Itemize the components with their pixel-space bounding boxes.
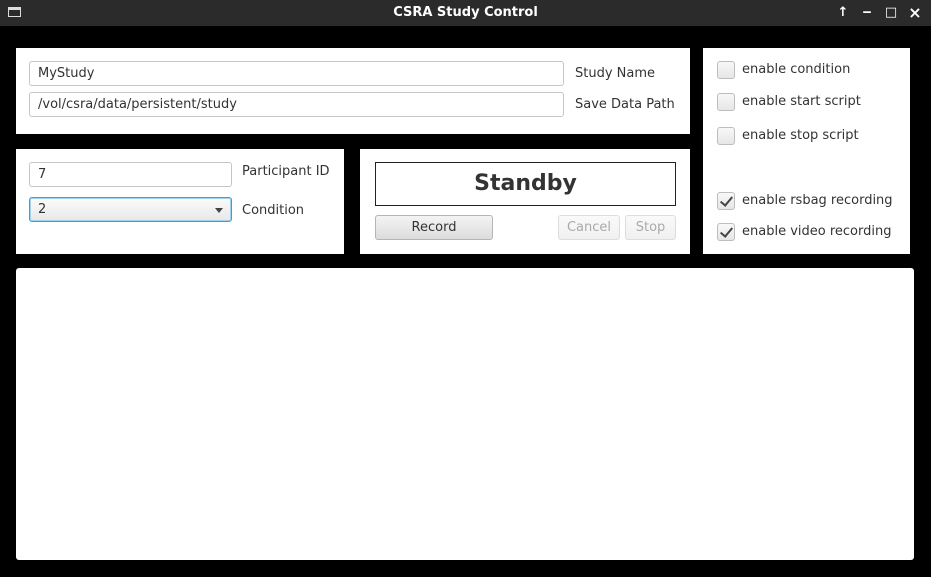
window-title: CSRA Study Control xyxy=(393,5,538,20)
record-button[interactable]: Record xyxy=(375,215,493,240)
checkbox[interactable] xyxy=(717,223,735,241)
save-data-path-label: Save Data Path xyxy=(575,97,675,112)
stop-button[interactable]: Stop xyxy=(625,215,676,240)
checkbox[interactable] xyxy=(717,61,735,79)
maximize-icon[interactable]: □ xyxy=(882,4,900,22)
checkbox[interactable] xyxy=(717,127,735,145)
save-data-path-input[interactable]: /vol/csra/data/persistent/study xyxy=(29,92,564,117)
study-name-label: Study Name xyxy=(575,66,656,81)
recording-status: Standby xyxy=(375,162,676,206)
option-label: enable start script xyxy=(742,94,861,109)
participant-panel: 7 Participant ID 2 Condition xyxy=(16,149,344,254)
condition-value: 2 xyxy=(38,202,47,217)
close-icon[interactable]: × xyxy=(906,4,924,22)
cancel-button[interactable]: Cancel xyxy=(558,215,620,240)
study-name-input[interactable]: MyStudy xyxy=(29,61,564,86)
participant-id-label: Participant ID xyxy=(242,164,330,179)
condition-select[interactable]: 2 xyxy=(29,197,232,222)
chevron-down-icon xyxy=(215,208,223,213)
option-label: enable rsbag recording xyxy=(742,193,893,208)
minimize-icon[interactable]: ‒ xyxy=(858,4,876,22)
option-label: enable stop script xyxy=(742,128,859,143)
option-label: enable video recording xyxy=(742,224,892,239)
participant-id-input[interactable]: 7 xyxy=(29,162,232,187)
arrow-up-icon[interactable]: ↑ xyxy=(834,4,852,22)
checkbox[interactable] xyxy=(717,93,735,111)
checkbox[interactable] xyxy=(717,192,735,210)
study-panel: MyStudy Study Name /vol/csra/data/persis… xyxy=(16,48,690,134)
options-panel: enable condition enable start script ena… xyxy=(703,48,910,254)
option-label: enable condition xyxy=(742,62,851,77)
log-area[interactable] xyxy=(16,268,914,560)
title-bar: CSRA Study Control ↑ ‒ □ × xyxy=(0,0,931,26)
recording-panel: Standby Record Cancel Stop xyxy=(360,149,690,254)
condition-label: Condition xyxy=(242,203,305,218)
